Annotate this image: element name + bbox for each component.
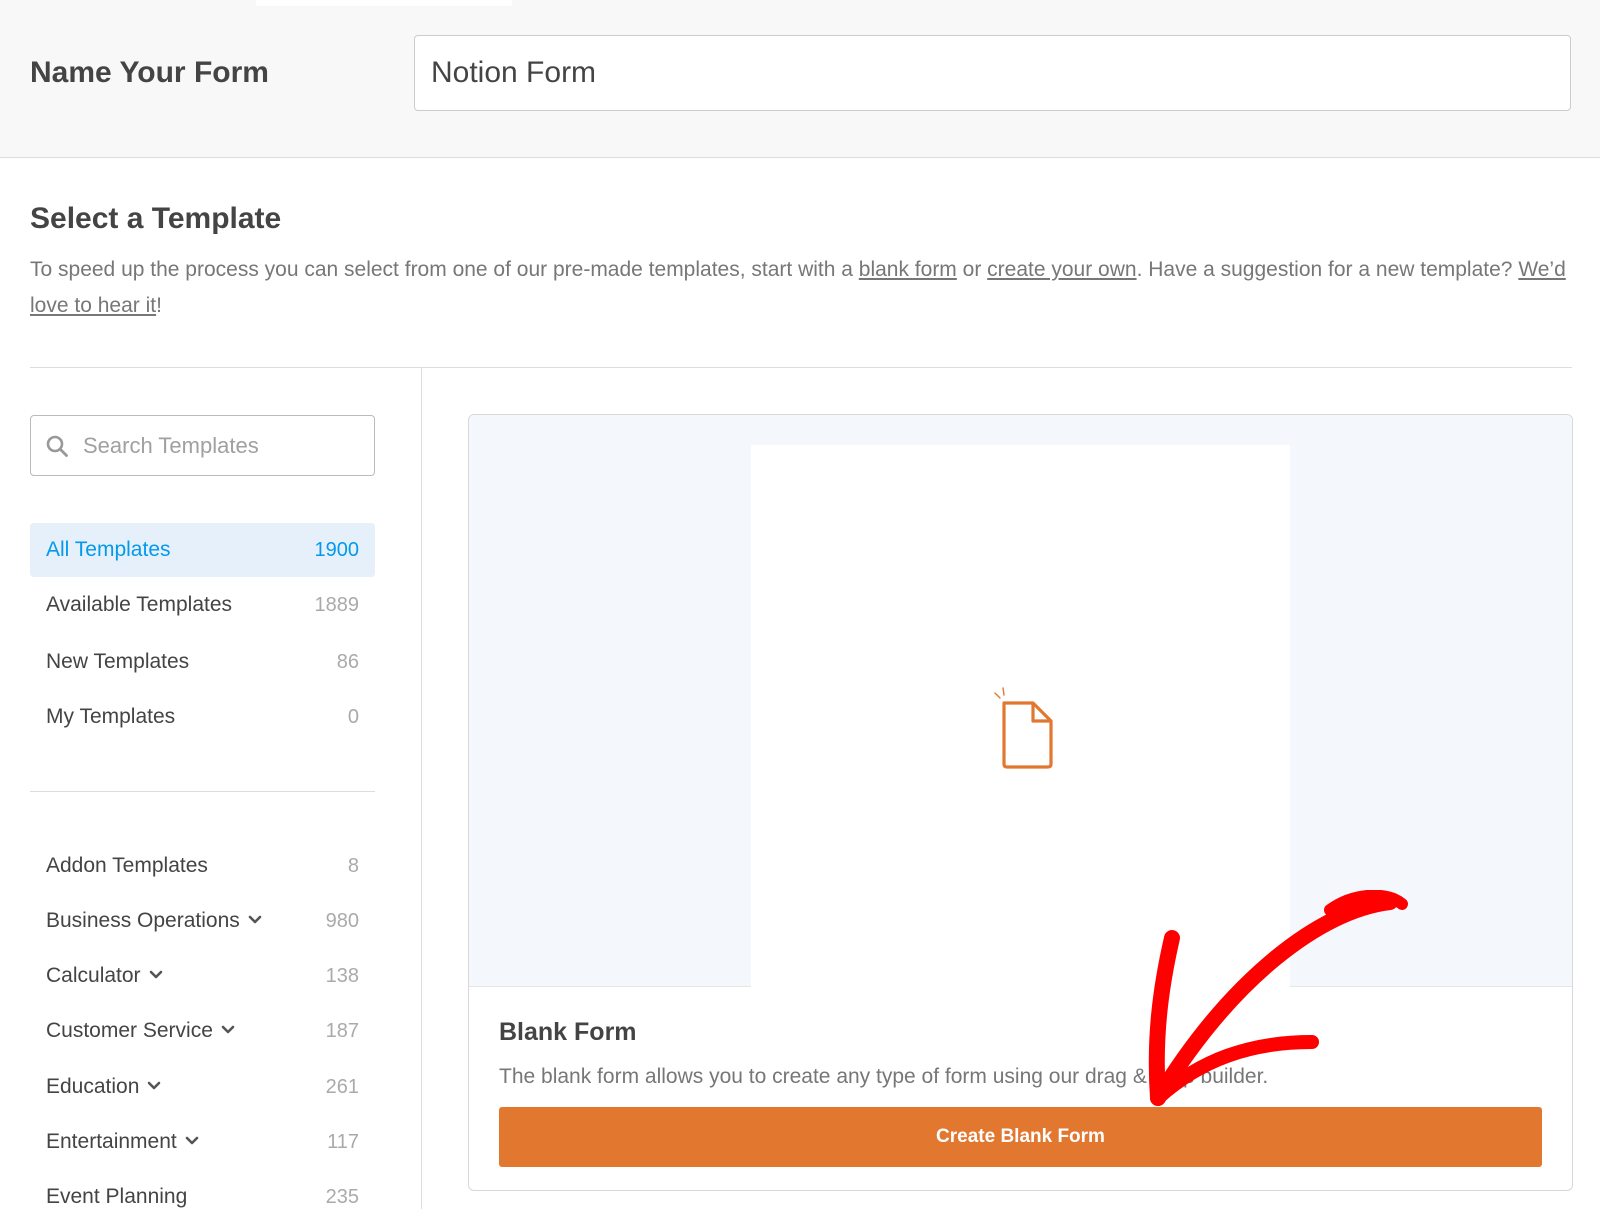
category-education[interactable]: Education 261: [30, 1060, 375, 1114]
form-name-input[interactable]: [414, 35, 1571, 111]
category-label: Entertainment: [46, 1130, 199, 1154]
template-title: Blank Form: [499, 1018, 637, 1046]
category-addon-templates[interactable]: Addon Templates 8: [30, 839, 375, 893]
category-count: 235: [325, 1186, 359, 1208]
category-label: Business Operations: [46, 909, 262, 933]
category-my-templates[interactable]: My Templates 0: [30, 690, 375, 744]
category-count: 980: [325, 910, 359, 932]
category-count: 117: [327, 1131, 359, 1153]
desc-text-4: !: [156, 294, 162, 317]
category-label: Event Planning: [46, 1185, 188, 1208]
category-count: 8: [347, 855, 359, 877]
category-label: Education: [46, 1075, 161, 1099]
search-input[interactable]: [83, 424, 363, 468]
category-label: Addon Templates: [46, 854, 208, 877]
category-label-text: Calculator: [46, 964, 141, 987]
search-box[interactable]: [30, 415, 375, 476]
category-count: 1900: [314, 539, 360, 561]
section-divider: [30, 367, 1572, 368]
category-label: Calculator: [46, 964, 163, 988]
chevron-down-icon[interactable]: [149, 970, 163, 980]
blank-form-link[interactable]: blank form: [859, 258, 957, 281]
category-label-text: Business Operations: [46, 909, 240, 932]
category-label-text: Entertainment: [46, 1130, 177, 1153]
category-count: 187: [325, 1020, 359, 1042]
category-label: Customer Service: [46, 1019, 235, 1043]
category-count: 0: [347, 706, 359, 728]
form-name-label: Name Your Form: [30, 56, 269, 89]
template-preview: [469, 415, 1572, 987]
category-label-text: Education: [46, 1075, 140, 1098]
search-icon: [46, 435, 68, 457]
template-description: The blank form allows you to create any …: [499, 1065, 1269, 1088]
category-business-operations[interactable]: Business Operations 980: [30, 894, 375, 948]
category-label-text: Customer Service: [46, 1019, 213, 1042]
sidebar-divider: [421, 368, 422, 1209]
category-label: New Templates: [46, 650, 190, 673]
sidebar-separator: [30, 791, 375, 792]
category-calculator[interactable]: Calculator 138: [30, 949, 375, 1003]
category-label: Available Templates: [46, 593, 233, 616]
category-count: 1889: [314, 594, 360, 616]
chevron-down-icon[interactable]: [185, 1136, 199, 1146]
category-label: All Templates: [46, 538, 171, 561]
create-blank-form-button[interactable]: Create Blank Form: [499, 1107, 1542, 1167]
create-your-own-link[interactable]: create your own: [987, 258, 1136, 281]
category-customer-service[interactable]: Customer Service 187: [30, 1004, 375, 1058]
category-new-templates[interactable]: New Templates 86: [30, 635, 375, 689]
category-count: 138: [325, 965, 359, 987]
top-strip: [256, 0, 512, 6]
desc-text-1: To speed up the process you can select f…: [30, 258, 859, 281]
form-name-header: Name Your Form: [0, 0, 1600, 158]
category-all-templates[interactable]: All Templates 1900: [30, 523, 375, 577]
blank-form-card[interactable]: Blank Form The blank form allows you to …: [468, 414, 1573, 1191]
chevron-down-icon[interactable]: [147, 1081, 161, 1091]
category-count: 261: [325, 1076, 359, 1098]
category-label: My Templates: [46, 705, 176, 728]
category-entertainment[interactable]: Entertainment 117: [30, 1115, 375, 1169]
chevron-down-icon[interactable]: [221, 1025, 235, 1035]
category-available-templates[interactable]: Available Templates 1889: [30, 578, 375, 632]
desc-text-2: or: [956, 258, 988, 281]
category-event-planning[interactable]: Event Planning 235: [30, 1170, 375, 1209]
chevron-down-icon[interactable]: [248, 915, 262, 925]
section-title: Select a Template: [30, 202, 282, 235]
section-description: To speed up the process you can select f…: [30, 252, 1580, 324]
category-count: 86: [336, 651, 359, 673]
desc-text-3: . Have a suggestion for a new template?: [1136, 258, 1519, 281]
blank-document-icon: [994, 687, 1053, 769]
